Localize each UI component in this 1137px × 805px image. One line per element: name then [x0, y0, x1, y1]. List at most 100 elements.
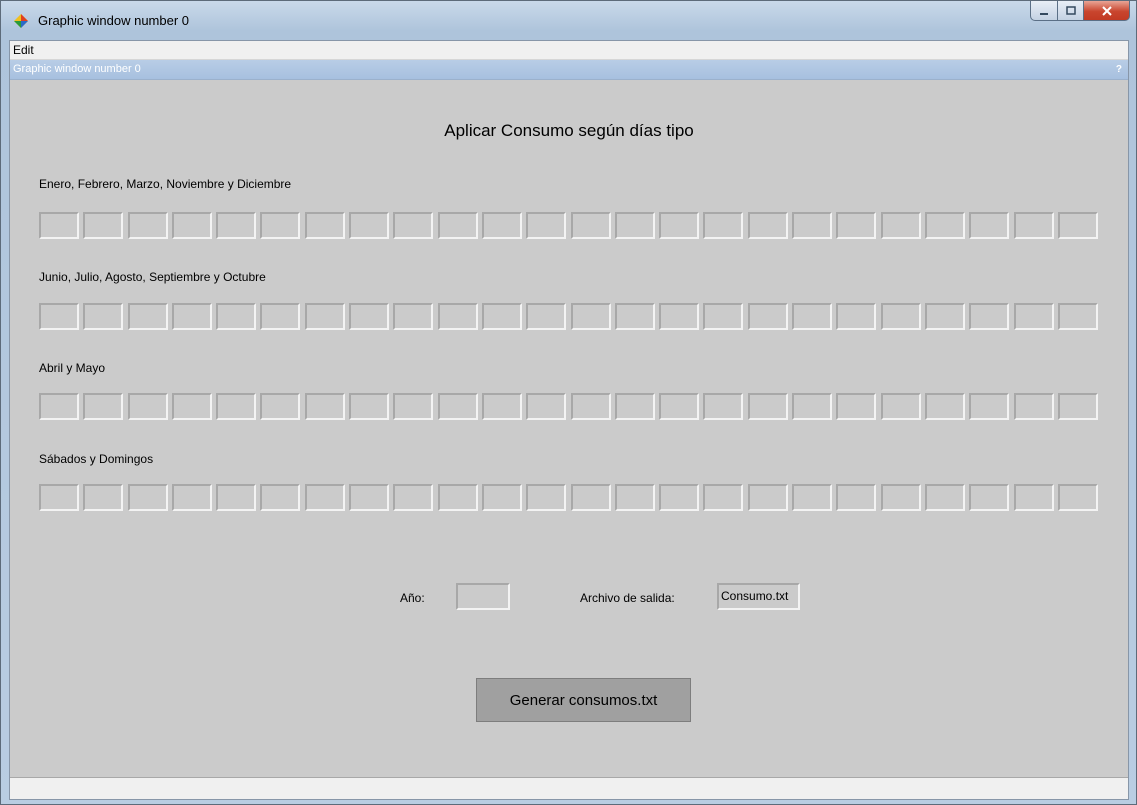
hour-cell[interactable] [969, 303, 1010, 330]
hour-cell[interactable] [1057, 212, 1098, 239]
output-file-input[interactable]: Consumo.txt [717, 583, 800, 610]
hour-cell[interactable] [747, 212, 788, 239]
hour-cell[interactable] [1057, 393, 1098, 420]
hour-cell[interactable] [171, 212, 212, 239]
hour-cell[interactable] [216, 303, 257, 330]
hour-cell[interactable] [570, 484, 611, 511]
maximize-button[interactable] [1058, 1, 1084, 21]
hour-cell[interactable] [127, 484, 168, 511]
hour-cell[interactable] [880, 484, 921, 511]
hour-cell[interactable] [924, 212, 965, 239]
hour-cell[interactable] [304, 484, 345, 511]
hour-cell[interactable] [526, 393, 567, 420]
hour-cell[interactable] [39, 393, 79, 420]
hour-cell[interactable] [349, 393, 390, 420]
hour-cell[interactable] [39, 212, 79, 239]
hour-cell[interactable] [127, 212, 168, 239]
hour-cell[interactable] [747, 393, 788, 420]
hour-cell[interactable] [1057, 484, 1098, 511]
hour-cell[interactable] [526, 212, 567, 239]
hour-cell[interactable] [659, 303, 700, 330]
generate-button[interactable]: Generar consumos.txt [476, 678, 691, 722]
hour-cell[interactable] [481, 484, 522, 511]
hour-cell[interactable] [260, 212, 301, 239]
hour-cell[interactable] [703, 303, 744, 330]
hour-cell[interactable] [349, 303, 390, 330]
hour-cell[interactable] [171, 303, 212, 330]
year-input[interactable] [456, 583, 510, 610]
hour-cell[interactable] [481, 212, 522, 239]
hour-cell[interactable] [1013, 484, 1054, 511]
hour-cell[interactable] [1013, 393, 1054, 420]
menu-edit[interactable]: Edit [13, 43, 34, 57]
hour-cell[interactable] [1057, 303, 1098, 330]
hour-cell[interactable] [836, 212, 877, 239]
hour-cell[interactable] [304, 393, 345, 420]
hour-cell[interactable] [836, 484, 877, 511]
hour-cell[interactable] [703, 393, 744, 420]
hour-cell[interactable] [437, 484, 478, 511]
hour-cell[interactable] [260, 484, 301, 511]
hour-cell[interactable] [437, 303, 478, 330]
hour-cell[interactable] [481, 393, 522, 420]
hour-cell[interactable] [614, 212, 655, 239]
hour-cell[interactable] [924, 303, 965, 330]
hour-cell[interactable] [703, 484, 744, 511]
hour-cell[interactable] [171, 484, 212, 511]
hour-cell[interactable] [1013, 303, 1054, 330]
hour-cell[interactable] [747, 303, 788, 330]
hour-cell[interactable] [880, 393, 921, 420]
hour-cell[interactable] [304, 212, 345, 239]
hour-cell[interactable] [437, 393, 478, 420]
hour-cell[interactable] [614, 393, 655, 420]
hour-cell[interactable] [969, 484, 1010, 511]
hour-cell[interactable] [880, 303, 921, 330]
hour-cell[interactable] [481, 303, 522, 330]
hour-cell[interactable] [659, 393, 700, 420]
hour-cell[interactable] [437, 212, 478, 239]
hour-cell[interactable] [836, 303, 877, 330]
hour-cell[interactable] [924, 393, 965, 420]
hour-cell[interactable] [792, 303, 833, 330]
hour-cell[interactable] [792, 484, 833, 511]
hour-cell[interactable] [570, 393, 611, 420]
hour-cell[interactable] [1013, 212, 1054, 239]
hour-cell[interactable] [127, 393, 168, 420]
hour-cell[interactable] [792, 393, 833, 420]
hour-cell[interactable] [924, 484, 965, 511]
hour-cell[interactable] [393, 303, 434, 330]
hour-cell[interactable] [127, 303, 168, 330]
hour-cell[interactable] [659, 212, 700, 239]
hour-cell[interactable] [349, 484, 390, 511]
hour-cell[interactable] [39, 303, 79, 330]
hour-cell[interactable] [570, 303, 611, 330]
hour-cell[interactable] [703, 212, 744, 239]
hour-cell[interactable] [216, 212, 257, 239]
hour-cell[interactable] [570, 212, 611, 239]
hour-cell[interactable] [880, 212, 921, 239]
hour-cell[interactable] [304, 303, 345, 330]
title-bar[interactable]: Graphic window number 0 [1, 1, 1136, 39]
help-icon[interactable]: ? [1116, 64, 1122, 75]
minimize-button[interactable] [1030, 1, 1058, 21]
hour-cell[interactable] [614, 303, 655, 330]
hour-cell[interactable] [393, 212, 434, 239]
hour-cell[interactable] [216, 484, 257, 511]
hour-cell[interactable] [260, 303, 301, 330]
hour-cell[interactable] [792, 212, 833, 239]
hour-cell[interactable] [836, 393, 877, 420]
hour-cell[interactable] [393, 484, 434, 511]
hour-cell[interactable] [171, 393, 212, 420]
hour-cell[interactable] [83, 212, 124, 239]
hour-cell[interactable] [83, 393, 124, 420]
hour-cell[interactable] [83, 484, 124, 511]
hour-cell[interactable] [526, 484, 567, 511]
hour-cell[interactable] [393, 393, 434, 420]
hour-cell[interactable] [659, 484, 700, 511]
hour-cell[interactable] [260, 393, 301, 420]
hour-cell[interactable] [969, 393, 1010, 420]
hour-cell[interactable] [614, 484, 655, 511]
hour-cell[interactable] [39, 484, 79, 511]
hour-cell[interactable] [83, 303, 124, 330]
close-button[interactable] [1084, 1, 1130, 21]
